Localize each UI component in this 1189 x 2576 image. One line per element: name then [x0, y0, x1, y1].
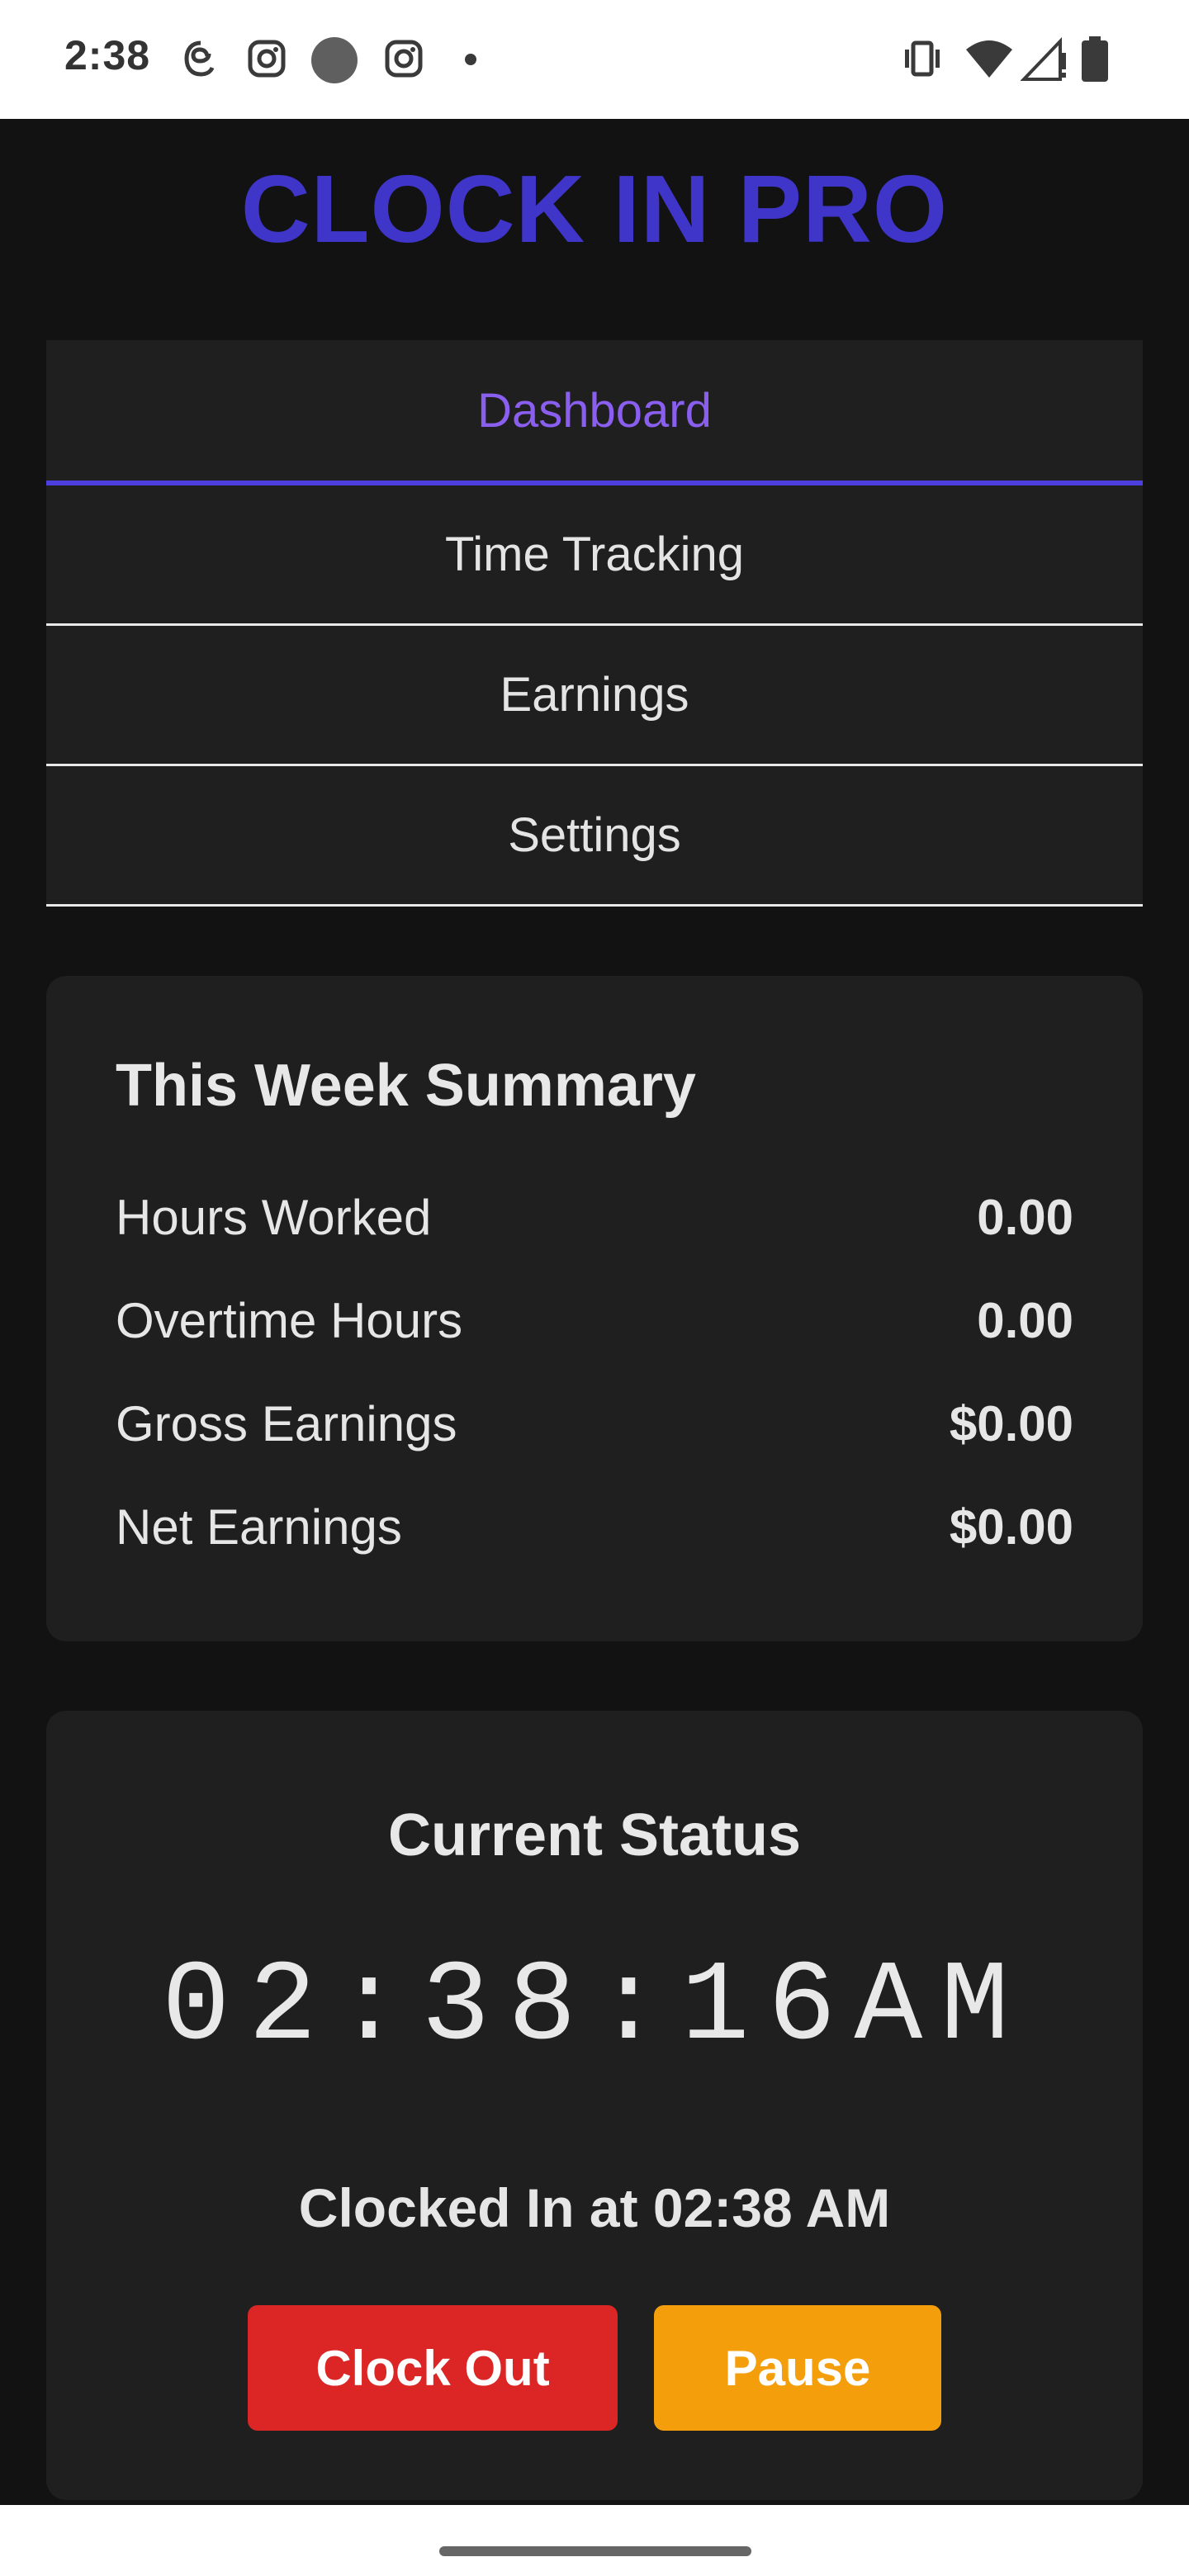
nav-item-time-tracking[interactable]: Time Tracking — [46, 485, 1143, 626]
status-title: Current Status — [387, 1802, 802, 1868]
summary-title: This Week Summary — [116, 1053, 696, 1119]
summary-label: Gross Earnings — [116, 1396, 457, 1451]
summary-value: $0.00 — [949, 1499, 1073, 1555]
clock-out-button[interactable]: Clock Out — [248, 2305, 618, 2431]
nav-item-settings[interactable]: Settings — [46, 766, 1143, 907]
nav-item-earnings[interactable]: Earnings — [46, 626, 1143, 766]
circle-icon — [311, 37, 358, 83]
summary-row-overtime-hours: Overtime Hours 0.00 — [116, 1269, 1073, 1372]
summary-row-hours-worked: Hours Worked 0.00 — [116, 1166, 1073, 1269]
system-status-bar: 2:38 — [0, 0, 1189, 119]
summary-label: Overtime Hours — [116, 1293, 463, 1348]
battery-icon — [1082, 36, 1108, 82]
instagram-icon — [385, 40, 423, 78]
app-title: CLOCK IN PRO — [240, 155, 949, 263]
page: 2:38 CLOCK IN PRO Dashboard Time Trackin… — [0, 0, 1189, 2576]
summary-row-net-earnings: Net Earnings $0.00 — [116, 1475, 1073, 1579]
status-actions: Clock Out Pause — [46, 2305, 1143, 2431]
week-summary-card: This Week Summary Hours Worked 0.00 Over… — [46, 976, 1143, 1641]
threads-icon — [184, 40, 215, 77]
summary-value: 0.00 — [977, 1190, 1073, 1245]
pause-button[interactable]: Pause — [654, 2305, 941, 2431]
summary-value: $0.00 — [949, 1396, 1073, 1451]
summary-label: Net Earnings — [116, 1499, 402, 1555]
status-time: 2:38 — [64, 32, 151, 78]
current-status-card: Current Status 02:38:16AM Clocked In at … — [46, 1711, 1143, 2500]
main-nav: Dashboard Time Tracking Earnings Setting… — [46, 340, 1143, 907]
summary-list: Hours Worked 0.00 Overtime Hours 0.00 Gr… — [116, 1166, 1073, 1579]
nav-item-dashboard[interactable]: Dashboard — [46, 340, 1143, 485]
home-gesture-handle[interactable] — [439, 2546, 751, 2556]
live-clock: 02:38:16AM — [161, 1944, 1028, 2072]
summary-value: 0.00 — [977, 1293, 1073, 1348]
summary-label: Hours Worked — [116, 1190, 432, 1245]
clocked-in-text: Clocked In at 02:38 AM — [298, 2177, 891, 2238]
system-nav-bar — [0, 2505, 1189, 2576]
vibrate-icon — [905, 40, 940, 77]
summary-row-gross-earnings: Gross Earnings $0.00 — [116, 1372, 1073, 1475]
dot-icon — [465, 54, 476, 65]
wifi-icon — [966, 40, 1012, 78]
signal-icon — [1021, 37, 1066, 81]
instagram-icon — [248, 40, 286, 78]
